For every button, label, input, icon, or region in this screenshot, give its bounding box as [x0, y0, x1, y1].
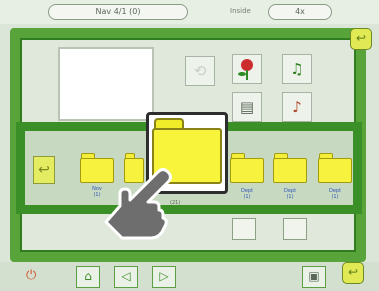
back-arrow-icon: ↩ — [38, 162, 50, 178]
back-arrow-icon: ↩ — [355, 31, 367, 45]
folder-item[interactable] — [273, 153, 307, 183]
status-label: Inside — [230, 7, 251, 15]
right-arrow-icon: ▷ — [159, 269, 169, 283]
home-button[interactable]: ⌂ — [76, 266, 100, 288]
prev-button[interactable]: ◁ — [114, 266, 138, 288]
back-arrow-icon: ↩ — [347, 265, 359, 279]
next-button[interactable]: ▷ — [152, 266, 176, 288]
music-tool-button[interactable]: ♫ — [282, 54, 312, 84]
folder-icon — [273, 158, 307, 183]
navigation-pill[interactable]: Nav 4/1 (0) — [48, 4, 188, 20]
music-notes-icon: ♫ — [290, 60, 304, 78]
fade-tool-button[interactable]: ⟲ — [185, 56, 215, 86]
screen: Nav 4/1 (0) Inside 4x ⟲ ♫ ▤ ♪ ↩ Nov (1) — [0, 0, 379, 291]
folder-item[interactable] — [318, 153, 352, 183]
back-button[interactable]: ↩ — [33, 156, 55, 184]
folder-label: Dept (1) — [240, 188, 254, 200]
zoom-pill[interactable]: 4x — [268, 4, 332, 20]
rose-tool-button[interactable] — [232, 54, 262, 84]
document-icon: ▤ — [239, 98, 255, 116]
music-note-icon: ♪ — [292, 98, 302, 116]
left-arrow-icon: ◁ — [121, 269, 131, 283]
rose-icon — [238, 59, 253, 80]
corner-button-top[interactable]: ↩ — [350, 28, 372, 50]
folder-label: Dept (1) — [328, 188, 342, 200]
lower-tool-button[interactable] — [283, 218, 307, 240]
display-button[interactable]: ▣ — [302, 266, 326, 288]
hand-pointer-icon — [104, 168, 172, 240]
music-note-tool-button[interactable]: ♪ — [282, 92, 312, 122]
folder-icon — [230, 158, 264, 183]
lower-tool-button[interactable] — [232, 218, 256, 240]
document-tool-button[interactable]: ▤ — [232, 92, 262, 122]
power-button[interactable]: ⏻ — [26, 268, 36, 283]
folder-item[interactable] — [230, 153, 264, 183]
home-icon: ⌂ — [84, 269, 92, 283]
fade-icon: ⟲ — [193, 62, 207, 80]
display-icon: ▣ — [308, 269, 320, 283]
power-icon: ⏻ — [26, 268, 37, 283]
folder-icon — [318, 158, 352, 183]
preview-area — [58, 47, 154, 121]
status-bar: Nav 4/1 (0) Inside 4x — [0, 0, 379, 24]
folder-label: Dept (1) — [283, 188, 297, 200]
corner-button[interactable]: ↩ — [342, 262, 364, 284]
